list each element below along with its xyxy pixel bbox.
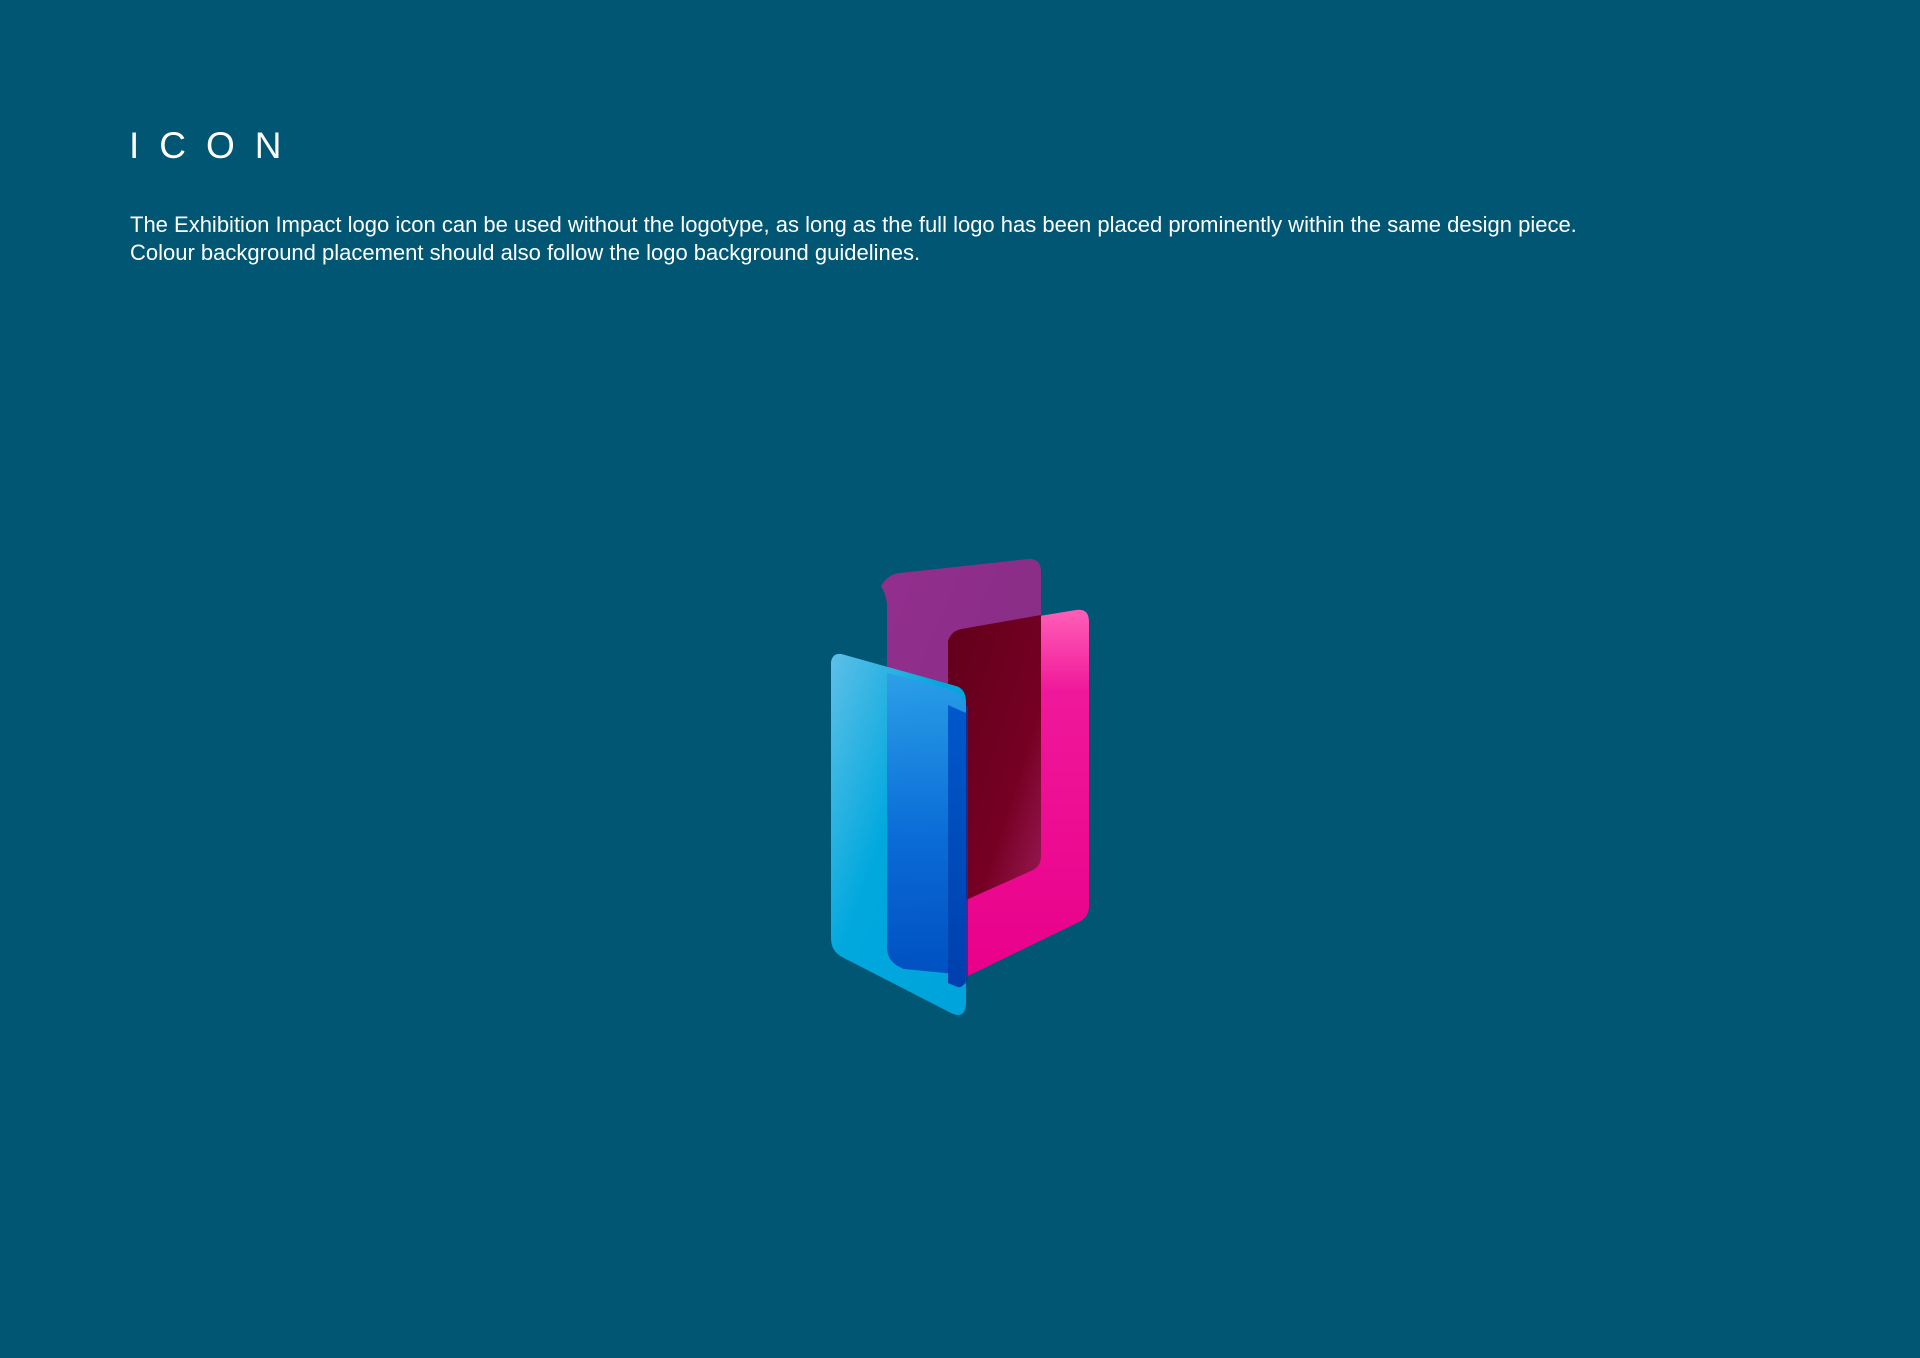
exhibition-impact-logo-icon: [831, 558, 1089, 1015]
description-line-2: Colour background placement should also …: [130, 240, 921, 265]
description-line-1: The Exhibition Impact logo icon can be u…: [130, 212, 1577, 237]
deep-blue-fold-shape: [948, 705, 966, 988]
brand-guideline-page: ICON The Exhibition Impact logo icon can…: [0, 0, 1920, 1358]
icon-usage-description: The Exhibition Impact logo icon can be u…: [130, 211, 1850, 267]
page-title: ICON: [129, 125, 302, 166]
